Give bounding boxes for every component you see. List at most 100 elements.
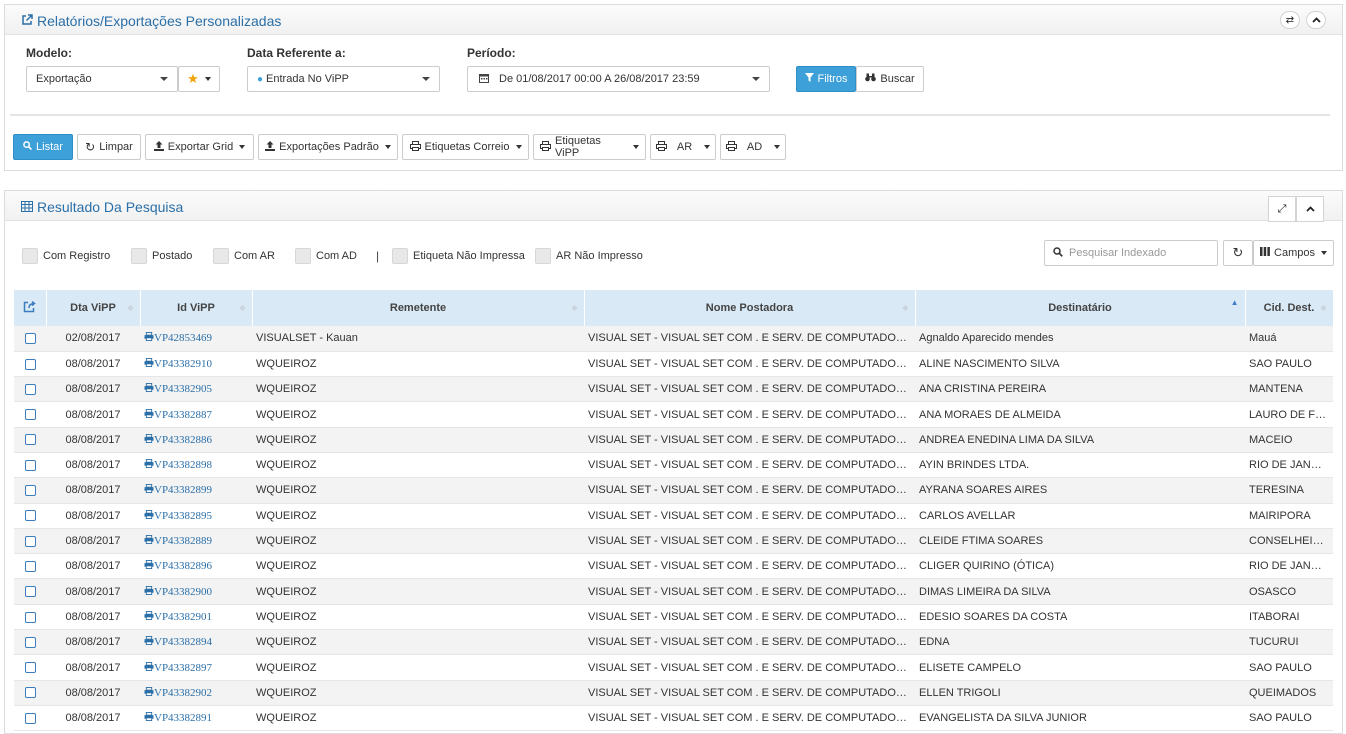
- checkbox[interactable]: [535, 248, 551, 264]
- cell-id-vipp[interactable]: VP43382898: [140, 452, 252, 479]
- row-checkbox[interactable]: [24, 332, 36, 344]
- id-vipp-link[interactable]: VP43382905: [154, 383, 212, 395]
- row-checkbox[interactable]: [24, 485, 36, 497]
- cell-id-vipp[interactable]: VP43382889: [140, 528, 252, 555]
- id-vipp-link[interactable]: VP43382886: [154, 434, 212, 446]
- cell-id-vipp[interactable]: VP43382901: [140, 604, 252, 631]
- id-vipp-link[interactable]: VP43382896: [154, 560, 212, 572]
- row-checkbox[interactable]: [24, 611, 36, 623]
- cell-id-vipp[interactable]: VP43382895: [140, 503, 252, 529]
- table-row[interactable]: 08/08/2017 VP43382900 WQUEIROZ VISUAL SET -…: [14, 578, 1333, 605]
- printer-icon[interactable]: [144, 560, 154, 572]
- listar-button[interactable]: Listar: [13, 134, 73, 160]
- etiquetas-correio-button[interactable]: Etiquetas Correio: [402, 134, 529, 160]
- id-vipp-link[interactable]: VP43382897: [154, 662, 212, 674]
- table-row[interactable]: 08/08/2017 VP43382891 WQUEIROZ VISUAL SET -…: [14, 705, 1333, 732]
- filter-ar-nao-impresso[interactable]: AR Não Impresso: [535, 248, 643, 264]
- cell-id-vipp[interactable]: VP43382910: [140, 351, 252, 378]
- checkbox[interactable]: [131, 248, 147, 264]
- row-select-cell[interactable]: [14, 629, 46, 656]
- etiquetas-vipp-button[interactable]: Etiquetas ViPP: [533, 134, 646, 160]
- cell-id-vipp[interactable]: VP43382899: [140, 477, 252, 504]
- exportar-grid-button[interactable]: Exportar Grid: [145, 134, 254, 160]
- row-checkbox[interactable]: [24, 383, 36, 395]
- row-checkbox[interactable]: [24, 662, 36, 674]
- printer-icon[interactable]: [144, 585, 154, 598]
- checkbox[interactable]: [22, 248, 38, 264]
- row-checkbox[interactable]: [24, 560, 36, 572]
- cell-id-vipp[interactable]: VP42853469: [140, 326, 252, 352]
- printer-icon[interactable]: [144, 509, 154, 522]
- row-select-cell[interactable]: [14, 427, 46, 453]
- row-select-cell[interactable]: [14, 680, 46, 706]
- select-all-header[interactable]: [14, 290, 47, 326]
- printer-icon[interactable]: [144, 535, 154, 547]
- cell-id-vipp[interactable]: VP43382886: [140, 427, 252, 453]
- column-nome-postadora[interactable]: Nome Postadora ◆: [584, 290, 916, 326]
- ad-button[interactable]: AD: [720, 134, 786, 160]
- row-checkbox[interactable]: [24, 434, 36, 446]
- favorite-dropdown-button[interactable]: ★: [178, 66, 220, 92]
- column-remetente[interactable]: Remetente ◆: [252, 290, 585, 326]
- id-vipp-link[interactable]: VP43382902: [154, 687, 212, 699]
- chevron-up-icon[interactable]: [1306, 11, 1326, 29]
- printer-icon[interactable]: [144, 712, 154, 724]
- row-checkbox[interactable]: [24, 409, 36, 421]
- cell-id-vipp[interactable]: VP43382897: [140, 654, 252, 681]
- id-vipp-link[interactable]: VP43382895: [154, 510, 212, 522]
- id-vipp-link[interactable]: VP43382889: [154, 535, 212, 547]
- data-referente-select[interactable]: ● Entrada No ViPP: [247, 66, 440, 92]
- row-checkbox[interactable]: [24, 687, 36, 699]
- printer-icon[interactable]: [144, 332, 154, 344]
- cell-id-vipp[interactable]: VP43382896: [140, 553, 252, 580]
- share-icon[interactable]: [23, 300, 36, 316]
- table-row[interactable]: 08/08/2017 VP43382886 WQUEIROZ VISUAL SET -…: [14, 427, 1333, 453]
- row-checkbox[interactable]: [24, 636, 36, 648]
- checkbox[interactable]: [213, 248, 229, 264]
- filter-com-ad[interactable]: Com AD: [295, 248, 357, 264]
- printer-icon[interactable]: [144, 383, 154, 395]
- table-row[interactable]: 08/08/2017 VP43382895 WQUEIROZ VISUAL SET -…: [14, 503, 1333, 529]
- printer-icon[interactable]: [144, 433, 154, 446]
- column-cid-dest[interactable]: Cid. Dest. ◆: [1245, 290, 1334, 326]
- id-vipp-link[interactable]: VP43382898: [154, 459, 212, 471]
- filter-etiqueta-nao-impressa[interactable]: Etiqueta Não Impressa: [392, 248, 525, 264]
- printer-icon[interactable]: [144, 636, 154, 648]
- exportacoes-padrao-button[interactable]: Exportações Padrão: [258, 134, 398, 160]
- search-indexed[interactable]: Pesquisar Indexado: [1044, 240, 1218, 266]
- row-select-cell[interactable]: [14, 503, 46, 529]
- cell-id-vipp[interactable]: VP43382902: [140, 680, 252, 706]
- row-select-cell[interactable]: [14, 376, 46, 403]
- row-checkbox[interactable]: [24, 510, 36, 522]
- row-select-cell[interactable]: [14, 705, 46, 732]
- table-row[interactable]: 08/08/2017 VP43382897 WQUEIROZ VISUAL SET -…: [14, 654, 1333, 681]
- table-row[interactable]: 08/08/2017 VP43382902 WQUEIROZ VISUAL SET -…: [14, 680, 1333, 706]
- column-destinatario[interactable]: Destinatário ▲: [915, 290, 1246, 326]
- checkbox[interactable]: [295, 248, 311, 264]
- column-dta-vipp[interactable]: Dta ViPP ◆: [46, 290, 141, 326]
- row-select-cell[interactable]: [14, 528, 46, 555]
- filter-com-registro[interactable]: Com Registro: [22, 248, 110, 264]
- printer-icon[interactable]: [144, 661, 154, 674]
- id-vipp-link[interactable]: VP43382894: [154, 636, 212, 648]
- buscar-button[interactable]: Buscar: [856, 66, 924, 92]
- row-select-cell[interactable]: [14, 604, 46, 631]
- cell-id-vipp[interactable]: VP43382900: [140, 578, 252, 605]
- printer-icon[interactable]: [144, 357, 154, 370]
- id-vipp-link[interactable]: VP43382910: [154, 358, 212, 370]
- cell-id-vipp[interactable]: VP43382887: [140, 401, 252, 428]
- printer-icon[interactable]: [144, 459, 154, 471]
- id-vipp-link[interactable]: VP43382899: [154, 484, 212, 496]
- cell-id-vipp[interactable]: VP43382905: [140, 376, 252, 403]
- table-row[interactable]: 08/08/2017 VP43382896 WQUEIROZ VISUAL SET -…: [14, 553, 1333, 580]
- limpar-button[interactable]: ↻ Limpar: [77, 134, 141, 160]
- row-select-cell[interactable]: [14, 351, 46, 378]
- modelo-select[interactable]: Exportação: [26, 66, 178, 92]
- row-select-cell[interactable]: [14, 578, 46, 605]
- table-row[interactable]: 08/08/2017 VP43382887 WQUEIROZ VISUAL SET -…: [14, 401, 1333, 428]
- row-select-cell[interactable]: [14, 553, 46, 580]
- chevron-up-icon[interactable]: [1296, 196, 1324, 222]
- filtros-button[interactable]: Filtros: [796, 66, 856, 92]
- id-vipp-link[interactable]: VP43382900: [154, 586, 212, 598]
- row-select-cell[interactable]: [14, 477, 46, 504]
